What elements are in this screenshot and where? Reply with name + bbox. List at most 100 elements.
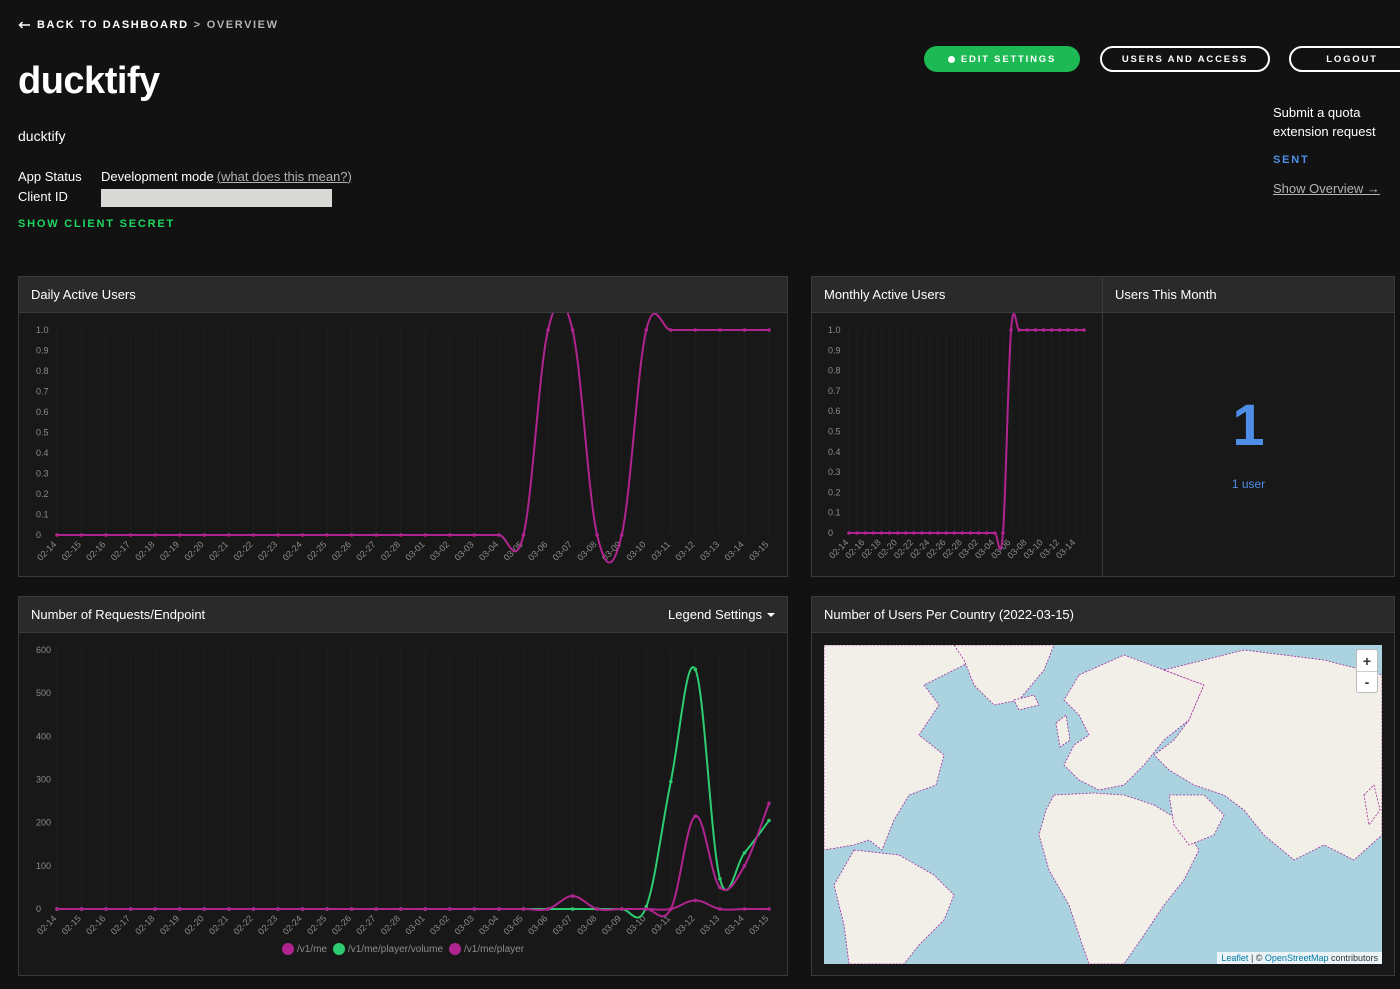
legend-settings-dropdown[interactable]: Legend Settings bbox=[668, 607, 775, 622]
data-point bbox=[276, 907, 280, 911]
data-point bbox=[1025, 328, 1030, 332]
data-point bbox=[1074, 328, 1078, 332]
data-point bbox=[448, 533, 452, 537]
data-point bbox=[497, 533, 501, 537]
quota-status: SENT bbox=[1273, 154, 1310, 166]
users-and-access-button[interactable]: USERS AND ACCESS bbox=[1100, 46, 1270, 72]
data-point bbox=[202, 907, 207, 911]
data-point bbox=[79, 907, 84, 911]
y-tick-label: 0.1 bbox=[828, 508, 841, 518]
chart-legend: /v1/me/v1/me/player/volume/v1/me/player bbox=[19, 943, 787, 955]
zoom-in-button[interactable]: + bbox=[1357, 650, 1377, 671]
x-tick-label: 02-18 bbox=[133, 539, 156, 562]
breadcrumb-separator: > bbox=[193, 19, 202, 31]
data-point bbox=[521, 907, 526, 911]
series-line-0 bbox=[57, 313, 769, 564]
data-point bbox=[742, 864, 747, 868]
page-title: ducktify bbox=[18, 60, 160, 102]
data-point bbox=[374, 533, 378, 537]
data-point bbox=[912, 531, 916, 535]
data-point bbox=[128, 907, 133, 911]
users-this-month-column: Users This Month 1 1 user bbox=[1103, 277, 1394, 576]
world-map[interactable]: + - Leaflet | © OpenStreetMap contributo… bbox=[824, 645, 1382, 964]
x-tick-label: 02-21 bbox=[207, 539, 230, 562]
leaflet-link[interactable]: Leaflet bbox=[1221, 953, 1248, 963]
data-point bbox=[693, 667, 698, 672]
quota-request-text: Submit a quota extension request bbox=[1273, 105, 1376, 139]
legend-item-2[interactable]: /v1/me/player bbox=[449, 943, 524, 955]
x-tick-label: 03-12 bbox=[673, 539, 696, 562]
data-point bbox=[276, 533, 280, 537]
data-point bbox=[227, 533, 231, 537]
data-point bbox=[644, 328, 649, 332]
x-tick-label: 03-15 bbox=[747, 913, 770, 936]
data-point bbox=[944, 531, 949, 535]
x-tick-label: 02-26 bbox=[330, 913, 353, 936]
data-point bbox=[349, 533, 354, 537]
y-tick-label: 0.3 bbox=[36, 469, 49, 479]
legend-label: /v1/me/player/volume bbox=[347, 943, 444, 955]
data-point bbox=[104, 907, 108, 911]
what-does-this-mean-link[interactable]: (what does this mean?) bbox=[217, 169, 352, 184]
data-point bbox=[693, 328, 698, 332]
logout-button[interactable]: LOGOUT bbox=[1289, 46, 1400, 72]
client-id-value bbox=[101, 188, 332, 207]
data-point bbox=[300, 907, 305, 911]
x-tick-label: 02-28 bbox=[379, 913, 402, 936]
data-point bbox=[128, 533, 133, 537]
x-tick-label: 02-19 bbox=[158, 913, 181, 936]
show-overview-link[interactable]: Show Overview → bbox=[1273, 181, 1380, 196]
back-to-dashboard-link[interactable]: BACK TO DASHBOARD bbox=[18, 19, 189, 31]
users-this-month-title: Users This Month bbox=[1103, 277, 1394, 313]
data-point bbox=[968, 531, 973, 535]
app-status-label: App Status bbox=[18, 168, 82, 184]
daily-active-users-title: Daily Active Users bbox=[19, 277, 787, 313]
openstreetmap-link[interactable]: OpenStreetMap bbox=[1265, 953, 1329, 963]
x-tick-label: 02-17 bbox=[109, 913, 132, 936]
data-point bbox=[153, 533, 158, 537]
data-point bbox=[325, 907, 329, 911]
requests-per-endpoint-chart: 010020030040050060002-14 02-15 02-16 02-17 0… bbox=[35, 645, 771, 937]
y-tick-label: 400 bbox=[36, 731, 51, 741]
series-line-0 bbox=[849, 313, 1084, 551]
users-per-country-panel: Number of Users Per Country (2022-03-15) bbox=[811, 596, 1395, 976]
y-tick-label: 300 bbox=[36, 775, 51, 785]
data-point bbox=[767, 818, 771, 823]
breadcrumb-current: OVERVIEW bbox=[206, 19, 279, 31]
data-point bbox=[887, 531, 892, 535]
app-status-text: Development mode bbox=[101, 168, 214, 184]
y-tick-label: 0.6 bbox=[828, 406, 841, 416]
legend-item-1[interactable]: /v1/me/player/volume bbox=[332, 943, 444, 955]
x-tick-label: 02-22 bbox=[231, 913, 254, 936]
x-tick-label: 02-18 bbox=[133, 913, 156, 936]
daily-active-users-panel: Daily Active Users 0 0.1 0.2 0.3 0.4 0.5 0.6 0.… bbox=[18, 276, 788, 577]
data-point bbox=[742, 851, 747, 855]
x-tick-label: 03-01 bbox=[403, 913, 426, 936]
x-tick-label: 03-13 bbox=[698, 539, 721, 562]
show-client-secret-link[interactable]: SHOW CLIENT SECRET bbox=[18, 218, 175, 230]
zoom-out-button[interactable]: - bbox=[1357, 671, 1377, 692]
legend-item-0[interactable]: /v1/me bbox=[281, 943, 327, 955]
data-point bbox=[202, 533, 207, 537]
data-point bbox=[767, 907, 771, 911]
x-tick-label: 02-15 bbox=[60, 913, 83, 936]
data-point bbox=[177, 533, 182, 537]
y-tick-label: 0 bbox=[36, 530, 41, 540]
back-to-dashboard-label: BACK TO DASHBOARD bbox=[37, 19, 189, 31]
data-point bbox=[1082, 328, 1086, 332]
legend-dot-icon bbox=[449, 943, 462, 955]
data-point bbox=[855, 531, 859, 535]
requests-per-endpoint-panel: Number of Requests/Endpoint Legend Setti… bbox=[18, 596, 788, 976]
data-point bbox=[920, 531, 924, 535]
data-point bbox=[251, 533, 256, 537]
legend-dot-icon bbox=[332, 943, 345, 955]
y-tick-label: 600 bbox=[36, 645, 51, 655]
attribution-tail: contributors bbox=[1328, 953, 1378, 963]
x-tick-label: 02-27 bbox=[354, 913, 377, 936]
arrow-left-icon bbox=[18, 21, 30, 29]
x-tick-label: 03-11 bbox=[649, 539, 672, 562]
data-point bbox=[619, 907, 624, 911]
data-point bbox=[398, 533, 403, 537]
edit-settings-button[interactable]: EDIT SETTINGS bbox=[924, 46, 1080, 72]
y-tick-label: 0 bbox=[36, 904, 41, 914]
